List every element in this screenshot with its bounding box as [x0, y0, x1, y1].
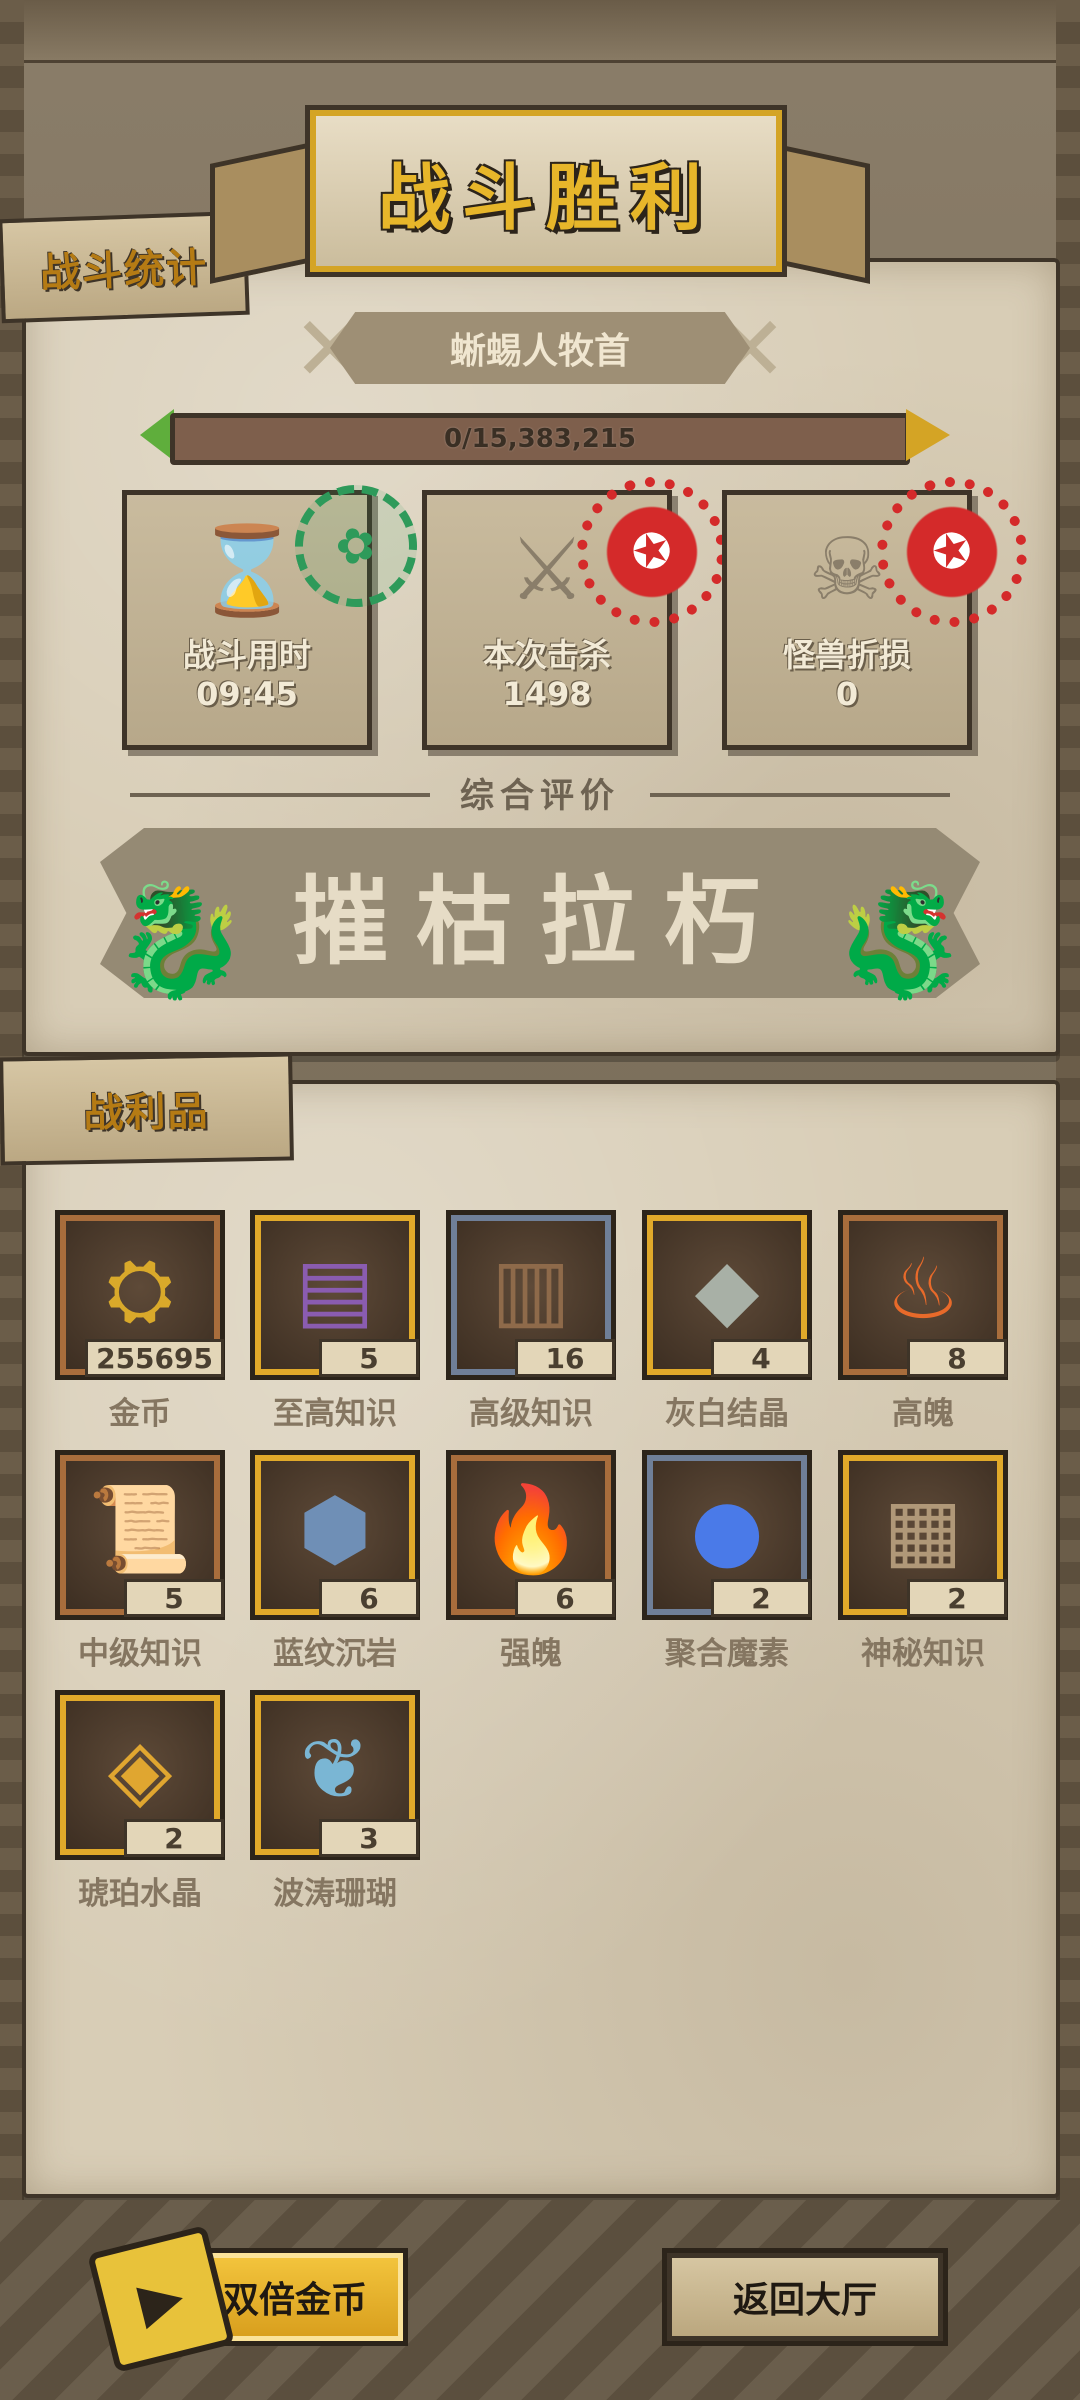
return-hall-button[interactable]: 返回大厅: [662, 2248, 948, 2346]
frame-left: [0, 0, 24, 2400]
loot-item-mystic-knowledge[interactable]: ▦ 2 神秘知识: [828, 1450, 1018, 1680]
coral-icon: ❦: [299, 1720, 371, 1818]
loot-frame: ▥ 16: [446, 1210, 616, 1380]
loot-frame: ⛭ 255695: [55, 1210, 225, 1380]
loot-count: 2: [124, 1819, 224, 1857]
loot-item-strong-soul[interactable]: 🔥 6 强魄: [436, 1450, 626, 1680]
loot-count: 16: [515, 1339, 615, 1377]
fire-soul-icon: ♨: [885, 1240, 961, 1338]
stat-card-monster-loss: ☠ ✪ 怪兽折损 0: [722, 457, 1047, 750]
dragon-head-deco-icon: 🐉: [111, 876, 249, 1004]
loot-count: 8: [907, 1339, 1007, 1377]
bound-book-icon: ▥: [491, 1240, 571, 1338]
loot-frame: 🔥 6: [446, 1450, 616, 1620]
loot-frame: ▤ 5: [250, 1210, 420, 1380]
rating-divider-right: [650, 793, 950, 797]
loot-item-amber-crystal[interactable]: ◈ 2 琥珀水晶: [45, 1690, 235, 1920]
grey-crystal-icon: ◆: [694, 1240, 760, 1338]
top-frame: [0, 0, 1080, 63]
progress-arrow-left-icon: [140, 409, 174, 461]
battle-result-screen: 战斗统计 战斗胜利 ✕ ✕ 蜥蜴人牧首 0/15,383,215 ⌛ ✿ 战斗用…: [0, 0, 1080, 2400]
loot-item-supreme-knowledge[interactable]: ▤ 5 至高知识: [240, 1210, 430, 1440]
loot-name: 金币: [109, 1396, 171, 1432]
damage-progress-bar: 0/15,383,215: [140, 405, 950, 465]
loot-count: 6: [515, 1579, 615, 1617]
loot-count: 3: [319, 1819, 419, 1857]
treasure-book-icon: ▤: [295, 1240, 375, 1338]
loot-frame: ◈ 2: [55, 1690, 225, 1860]
loot-frame: ● 2: [642, 1450, 812, 1620]
loot-count: 2: [907, 1579, 1007, 1617]
loot-name: 聚合魔素: [665, 1636, 789, 1672]
loot-count: 2: [711, 1579, 811, 1617]
victory-title: 战斗胜利: [305, 105, 787, 277]
loot-frame: ♨ 8: [838, 1210, 1008, 1380]
progress-text: 0/15,383,215: [443, 424, 637, 454]
stat-value: 1498: [502, 675, 592, 713]
loot-item-blue-rock[interactable]: ⬢ 6 蓝纹沉岩: [240, 1450, 430, 1680]
loot-item-grey-crystal[interactable]: ◆ 4 灰白结晶: [632, 1210, 822, 1440]
loot-count: 5: [124, 1579, 224, 1617]
amber-crystal-icon: ◈: [107, 1720, 173, 1818]
hourglass-icon: ⌛: [193, 520, 301, 621]
gold-coin-icon: ⛭: [106, 1239, 174, 1338]
blue-rock-icon: ⬢: [298, 1480, 372, 1578]
progress-arrow-right-icon: [906, 409, 950, 461]
loot-item-wave-coral[interactable]: ❦ 3 波涛珊瑚: [240, 1690, 430, 1920]
loot-count: 5: [319, 1339, 419, 1377]
loot-name: 高级知识: [469, 1396, 593, 1432]
stat-card-kills: ⚔ ✪ 本次击杀 1498: [422, 457, 747, 750]
boss-name: 蜥蜴人牧首: [330, 312, 750, 384]
loot-count: 255695: [85, 1339, 224, 1377]
loot-name: 蓝纹沉岩: [273, 1636, 397, 1672]
flame-icon: 🔥: [478, 1479, 584, 1578]
loot-name: 琥珀水晶: [78, 1876, 202, 1912]
stat-card-battle-time: ⌛ ✿ 战斗用时 09:45: [122, 469, 433, 750]
rating-heading: 综合评价: [460, 776, 620, 816]
loot-name: 高魄: [892, 1396, 954, 1432]
loot-frame: ❦ 3: [250, 1690, 420, 1860]
stat-value: 09:45: [196, 675, 298, 713]
stat-label: 本次击杀: [482, 636, 611, 674]
stat-label: 战斗用时: [182, 636, 311, 674]
progress-track: 0/15,383,215: [170, 413, 910, 465]
stat-label: 怪兽折损: [782, 636, 911, 674]
loot-count: 4: [711, 1339, 811, 1377]
loot-item-high-soul[interactable]: ♨ 8 高魄: [828, 1210, 1018, 1440]
loot-name: 神秘知识: [861, 1636, 985, 1672]
loot-frame: ⬢ 6: [250, 1450, 420, 1620]
stat-value: 0: [835, 675, 859, 713]
loot-item-aggregated-mana[interactable]: ● 2 聚合魔素: [632, 1450, 822, 1680]
loot-section-tab: 战利品: [0, 1052, 294, 1166]
loot-frame: ◆ 4: [642, 1210, 812, 1380]
victory-banner: 战斗胜利: [210, 105, 870, 284]
loot-item-advanced-knowledge[interactable]: ▥ 16 高级知识: [436, 1210, 626, 1440]
loot-item-intermediate-knowledge[interactable]: 📜 5 中级知识: [45, 1450, 235, 1680]
rating-divider-left: [130, 793, 430, 797]
loot-name: 强魄: [500, 1636, 562, 1672]
loot-frame: 📜 5: [55, 1450, 225, 1620]
loot-name: 波涛珊瑚: [273, 1876, 397, 1912]
loot-frame: ▦ 2: [838, 1450, 1008, 1620]
loot-name: 至高知识: [273, 1396, 397, 1432]
loot-count: 6: [319, 1579, 419, 1617]
scroll-icon: 📜: [87, 1479, 193, 1578]
stone-tablet-icon: ▦: [883, 1480, 963, 1578]
loot-name: 灰白结晶: [665, 1396, 789, 1432]
loot-item-gold-coin[interactable]: ⛭ 255695 金币: [45, 1210, 235, 1440]
loot-name: 中级知识: [78, 1636, 202, 1672]
dragon-head-deco-icon: 🐉: [831, 876, 969, 1004]
magic-orb-icon: ●: [690, 1480, 764, 1578]
